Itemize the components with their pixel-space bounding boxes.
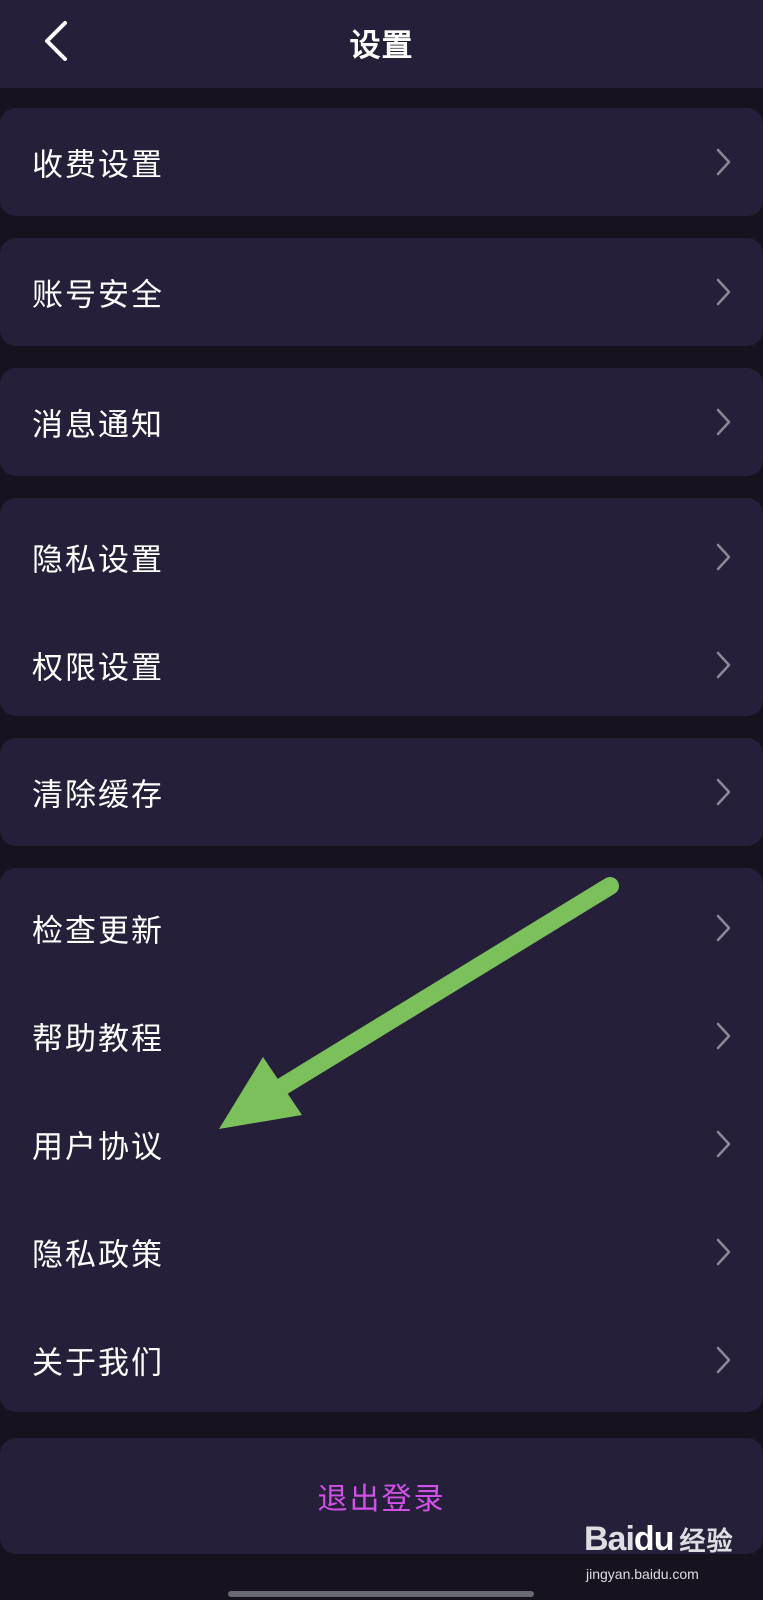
menu-item-label: 隐私设置: [32, 542, 164, 579]
menu-item-label: 隐私政策: [32, 1237, 164, 1274]
menu-item-label: 消息通知: [32, 407, 164, 444]
menu-item-about-us[interactable]: 关于我们: [0, 1306, 763, 1414]
home-indicator[interactable]: [228, 1591, 534, 1597]
menu-item-clear-cache[interactable]: 清除缓存: [0, 738, 763, 846]
menu-item-label: 权限设置: [32, 650, 164, 687]
menu-item-label: 账号安全: [32, 277, 164, 314]
menu-item-privacy-settings[interactable]: 隐私设置: [0, 503, 763, 611]
menu-item-privacy-policy[interactable]: 隐私政策: [0, 1198, 763, 1306]
baidu-jingyan-watermark: Baidu 经验 jingyan.baidu.com: [584, 1520, 754, 1590]
chevron-right-icon: [716, 914, 731, 942]
menu-item-fee-settings[interactable]: 收费设置: [0, 108, 763, 216]
watermark-url: jingyan.baidu.com: [586, 1566, 699, 1582]
menu-item-check-update[interactable]: 检查更新: [0, 874, 763, 982]
watermark-logo: Baidu 经验: [584, 1520, 734, 1558]
chevron-right-icon: [716, 1346, 731, 1374]
chevron-right-icon: [716, 408, 731, 436]
chevron-right-icon: [716, 1022, 731, 1050]
logout-label: 退出登录: [317, 1482, 446, 1517]
menu-item-notifications[interactable]: 消息通知: [0, 368, 763, 476]
menu-item-label: 帮助教程: [32, 1021, 164, 1058]
header-bar: 设置: [0, 0, 763, 88]
page-title: 设置: [349, 28, 414, 64]
chevron-right-icon: [716, 543, 731, 571]
menu-item-label: 收费设置: [32, 147, 164, 184]
chevron-right-icon: [716, 778, 731, 806]
menu-item-account-security[interactable]: 账号安全: [0, 238, 763, 346]
chevron-right-icon: [716, 1130, 731, 1158]
chevron-right-icon: [716, 278, 731, 306]
menu-item-user-agreement[interactable]: 用户协议: [0, 1090, 763, 1198]
menu-item-label: 检查更新: [32, 913, 164, 950]
menu-item-label: 清除缓存: [32, 777, 164, 814]
menu-item-label: 用户协议: [32, 1129, 164, 1166]
chevron-right-icon: [716, 651, 731, 679]
menu-item-help-tutorial[interactable]: 帮助教程: [0, 982, 763, 1090]
chevron-right-icon: [716, 1238, 731, 1266]
menu-item-permission-settings[interactable]: 权限设置: [0, 611, 763, 719]
menu-item-label: 关于我们: [32, 1345, 164, 1382]
chevron-right-icon: [716, 148, 731, 176]
